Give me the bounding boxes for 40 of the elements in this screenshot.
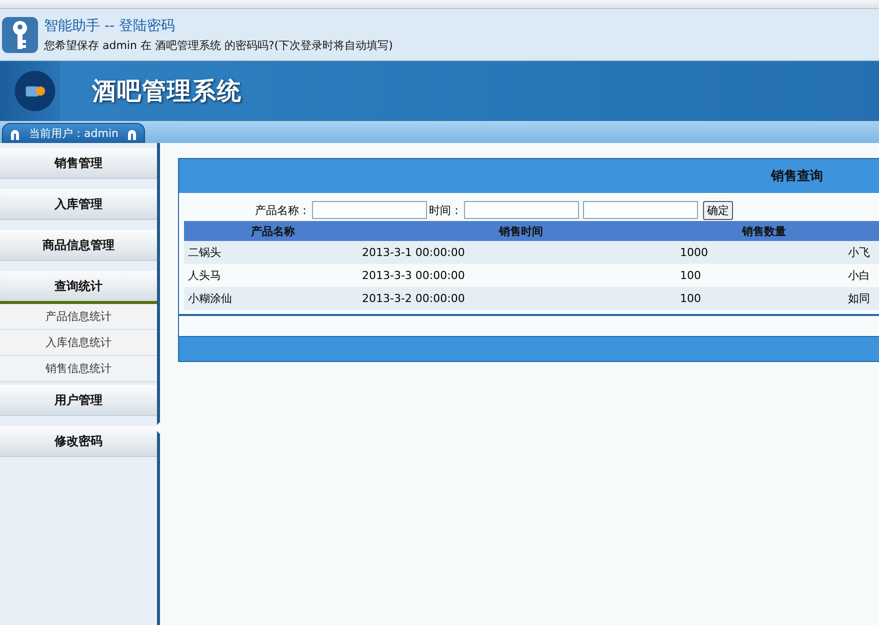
confirm-button[interactable]: 确定 (703, 200, 733, 220)
menu-item[interactable]: 用户管理 (0, 385, 157, 416)
end-time-field[interactable] (583, 201, 698, 219)
product-name-field[interactable] (312, 201, 427, 219)
submenu-item[interactable]: 入库信息统计 (0, 330, 157, 356)
table-cell: 2013-3-3 00:00:00 (362, 269, 465, 282)
table-cell: 小白 (848, 269, 870, 282)
menu-item[interactable]: 修改密码 (0, 426, 157, 457)
table-cell: 人头马 (188, 269, 221, 282)
column-header: 销售时间 (362, 221, 680, 241)
logo-icon (12, 68, 58, 114)
table-cell: 100 (680, 269, 701, 282)
menu-item[interactable]: 入库管理 (0, 189, 157, 220)
menu-item[interactable]: 查询统计 (0, 271, 157, 304)
table-cell: 二锅头 (188, 246, 221, 259)
table-cell: 100 (680, 292, 701, 305)
table-cell: 2013-3-2 00:00:00 (362, 292, 465, 305)
start-time-field[interactable] (464, 201, 579, 219)
arch-icon (126, 128, 138, 140)
submenu-item[interactable]: 产品信息统计 (0, 304, 157, 330)
table-cell: 小糊涂仙 (188, 292, 232, 305)
filter-label: 时间： (429, 202, 462, 218)
panel-title: 销售查询 (771, 168, 823, 185)
collapse-handle-icon[interactable] (154, 422, 160, 434)
current-user-label: 当前用户：admin (29, 126, 118, 141)
column-header: 产品名称 (184, 221, 362, 241)
table-cell: 小飞 (848, 246, 870, 259)
table-cell: 2013-3-1 00:00:00 (362, 246, 465, 259)
menu-item[interactable]: 销售管理 (0, 148, 157, 179)
filter-label: 产品名称： (255, 202, 310, 218)
table-cell: 1000 (680, 246, 708, 259)
table-cell: 如同 (848, 292, 870, 305)
prompt-title: 智能助手 -- 登陆密码 (44, 16, 176, 34)
key-icon (2, 16, 38, 52)
column-header: 销售数量 (680, 221, 848, 241)
prompt-message: 您希望保存 admin 在 酒吧管理系统 的密码吗?(下次登录时将自动填写) (44, 38, 393, 52)
app-title: 酒吧管理系统 (92, 76, 242, 107)
arch-icon (9, 128, 21, 140)
menu-item[interactable]: 商品信息管理 (0, 230, 157, 261)
submenu-item[interactable]: 销售信息统计 (0, 356, 157, 382)
